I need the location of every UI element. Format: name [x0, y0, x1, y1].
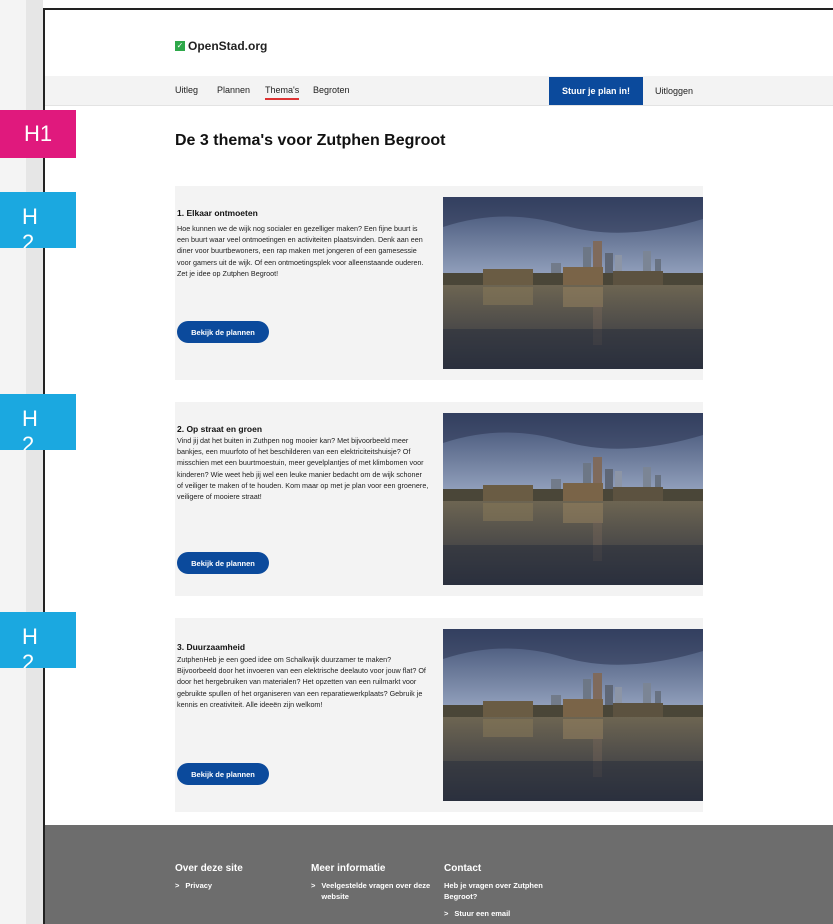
- h2-annotation-badge: H 2: [0, 394, 76, 450]
- h2-annotation-badge: H 2: [0, 192, 76, 248]
- h1-annotation-badge: H1: [0, 110, 76, 158]
- screenshot-frame: [43, 8, 833, 924]
- h2-annotation-badge: H 2: [0, 612, 76, 668]
